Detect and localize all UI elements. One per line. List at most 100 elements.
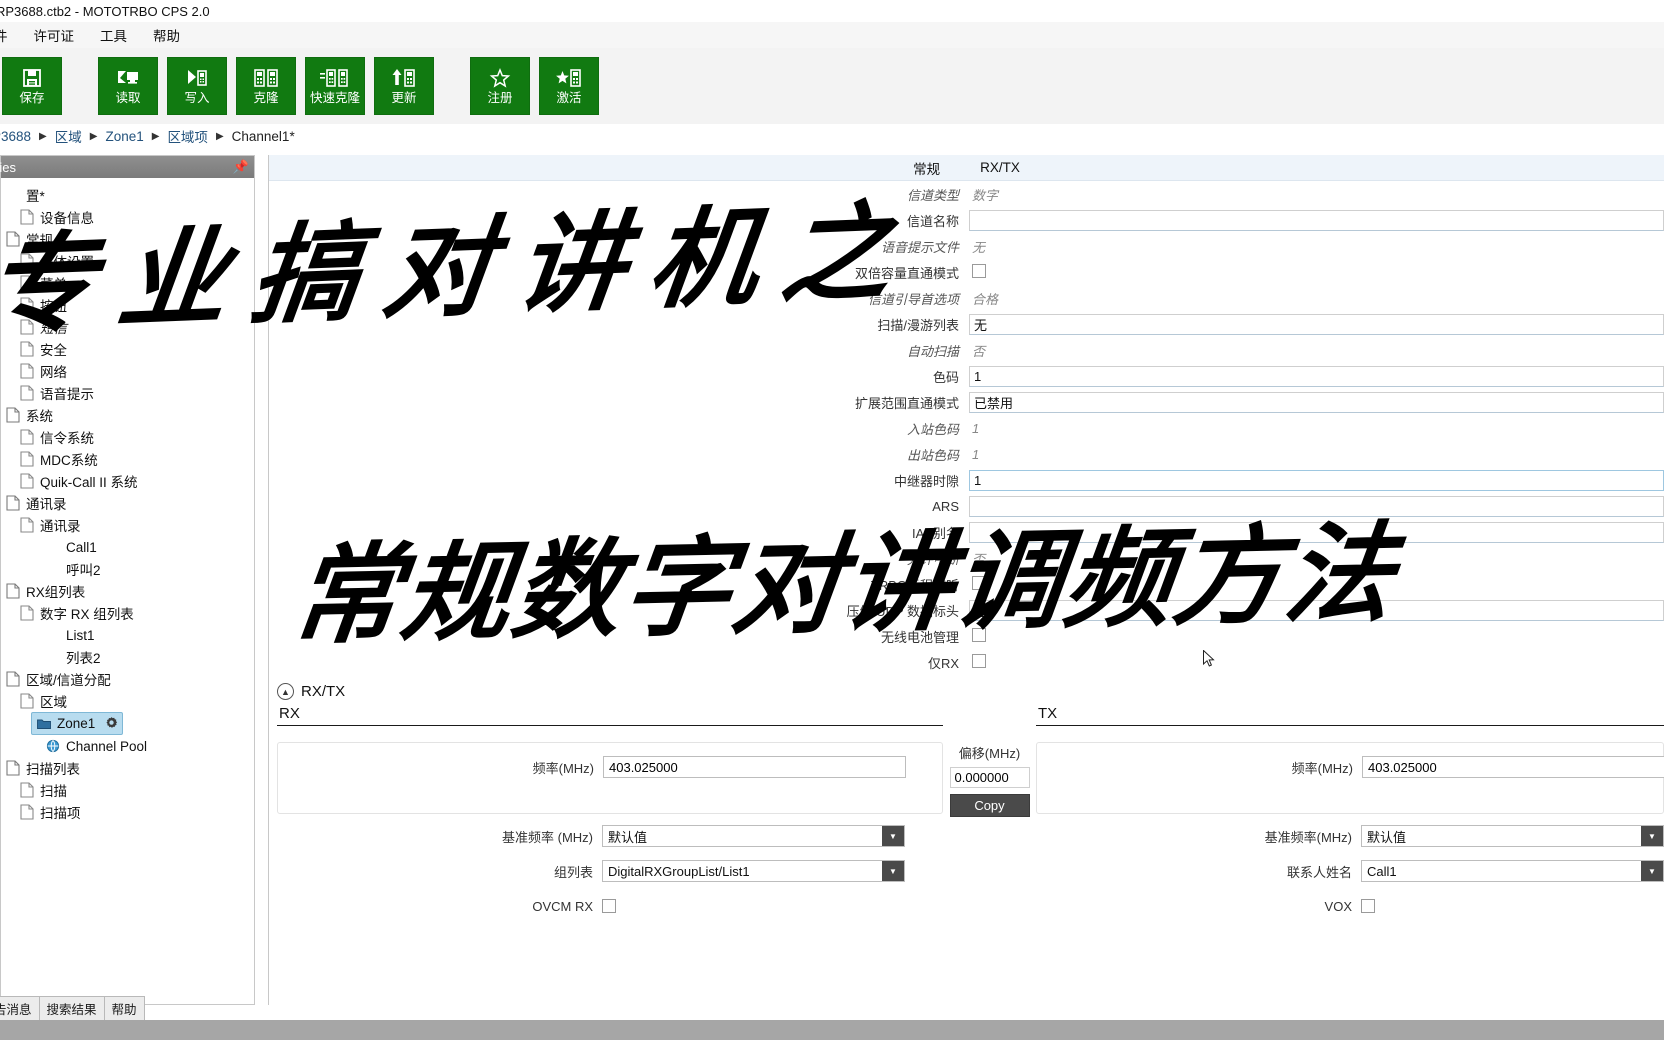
tree-item-23[interactable]: 区域	[1, 690, 254, 712]
form-row-13: IAS别名	[269, 519, 1664, 545]
tree-item-7[interactable]: 安全	[1, 338, 254, 360]
tx-frequency-group: 频率(MHz)	[1036, 742, 1664, 814]
tree-item-21[interactable]: 列表2	[1, 646, 254, 668]
tree-item-12[interactable]: MDC系统	[1, 448, 254, 470]
tree-item-0[interactable]: 置*	[1, 184, 254, 206]
tree-item-zone1[interactable]: Zone1	[31, 712, 123, 735]
form-input-1[interactable]	[969, 209, 1664, 231]
rx-frequency-input[interactable]	[603, 756, 906, 778]
form-input-8[interactable]	[969, 391, 1664, 413]
bottom-tab-help[interactable]: 帮助	[103, 996, 145, 1020]
tree-item-label: 网络	[40, 365, 67, 380]
form-label-15: TRBO远程监听	[870, 577, 959, 593]
form-checkbox-18[interactable]	[972, 653, 986, 668]
tree-item-label: 短信	[40, 321, 67, 336]
no-icon	[45, 539, 61, 555]
tree-item-13[interactable]: Quik-Call II 系统	[1, 470, 254, 492]
menu-item-help[interactable]: 帮助	[140, 22, 193, 48]
form-input-11[interactable]	[969, 469, 1664, 491]
form-input-7[interactable]	[969, 365, 1664, 387]
form-checkbox-3[interactable]	[972, 263, 986, 278]
menu-item-file[interactable]: 件	[0, 22, 21, 48]
chevron-down-icon[interactable]: ▼	[1641, 861, 1663, 881]
chevron-up-circle-icon[interactable]: ▲	[277, 683, 294, 700]
form-checkbox-15[interactable]	[972, 575, 986, 590]
tree-item-a3[interactable]: 扫描项	[1, 801, 254, 823]
rx-grouplist-select[interactable]: DigitalRXGroupList/List1 ▼	[602, 860, 905, 882]
form-input-12[interactable]	[969, 495, 1664, 517]
tree-item-3[interactable]: 总体设置	[1, 250, 254, 272]
gear-icon[interactable]	[104, 716, 119, 731]
save-button[interactable]: 保存	[2, 57, 62, 115]
tree-item-17[interactable]: 呼叫2	[1, 558, 254, 580]
tree-item-a2[interactable]: 扫描	[1, 779, 254, 801]
breadcrumb-item-1[interactable]: 区域	[55, 126, 82, 146]
tree-item-20[interactable]: List1	[1, 624, 254, 646]
chevron-down-icon[interactable]: ▼	[1641, 826, 1663, 846]
tree-item-6[interactable]: 短信	[1, 316, 254, 338]
tree-item-15[interactable]: 通讯录	[1, 514, 254, 536]
tab-rxtx[interactable]: RX/TX	[974, 158, 1026, 177]
navigation-tree[interactable]: 置* 设备信息常规总体设置 菜单 按钮短信安全网络语音提示 系统 信令系统 MDC系统 Qui…	[1, 178, 254, 1004]
rxtx-section-header[interactable]: ▲ RX/TX	[269, 680, 1664, 703]
tree-item-label: 扫描项	[40, 806, 81, 821]
bottom-tab-search-results[interactable]: 搜索结果	[38, 996, 105, 1020]
tx-contact-value: Call1	[1367, 863, 1397, 879]
rx-ovcm-checkbox[interactable]	[602, 899, 616, 913]
tree-item-14[interactable]: 通讯录	[1, 492, 254, 514]
chevron-down-icon[interactable]: ▼	[882, 861, 904, 881]
pin-icon[interactable]: 📌	[233, 159, 249, 175]
tree-item-label: 呼叫2	[66, 563, 101, 578]
tree-item-2[interactable]: 常规	[1, 228, 254, 250]
tx-column-title: TX	[1036, 703, 1664, 726]
tab-general[interactable]: 常规	[907, 156, 946, 180]
rx-reference-select[interactable]: 默认值 ▼	[602, 825, 905, 847]
tree-item-18[interactable]: RX组列表	[1, 580, 254, 602]
clone-button[interactable]: 克隆	[236, 57, 296, 115]
form-input-5[interactable]	[969, 313, 1664, 335]
fast-clone-button[interactable]: 快速克隆	[305, 57, 365, 115]
breadcrumb-item-3[interactable]: 区域项	[167, 126, 208, 146]
form-label-17: 无线电池管理	[880, 629, 959, 645]
general-settings-form: 信道类型 数字 信道名称 语音提示文件无双倍容量直通模式 信道引导首选项 合格 扫描/漫游列…	[269, 181, 1664, 686]
tree-item-8[interactable]: 网络	[1, 360, 254, 382]
tree-item-22[interactable]: 区域/信道分配	[1, 668, 254, 690]
tree-item-10[interactable]: 系统	[1, 404, 254, 426]
breadcrumb-item-2[interactable]: Zone1	[105, 129, 143, 144]
tree-item-11[interactable]: 信令系统	[1, 426, 254, 448]
copy-button[interactable]: Copy	[949, 794, 1030, 817]
tree-item-a0[interactable]: Channel Pool	[1, 735, 254, 757]
tx-frequency-input[interactable]	[1362, 756, 1664, 778]
menu-item-tools[interactable]: 工具	[87, 22, 140, 48]
tree-item-1[interactable]: 设备信息	[1, 206, 254, 228]
tx-contact-select[interactable]: Call1 ▼	[1361, 860, 1664, 882]
write-button[interactable]: 写入	[167, 57, 227, 115]
offset-input[interactable]	[949, 767, 1030, 788]
form-value-9: 1	[969, 421, 1664, 436]
tx-vox-checkbox[interactable]	[1361, 899, 1375, 913]
read-button[interactable]: 读取	[98, 57, 158, 115]
chevron-down-icon[interactable]: ▼	[882, 826, 904, 846]
register-button[interactable]: 注册	[470, 57, 530, 115]
folder-icon	[5, 495, 21, 511]
tree-item-5[interactable]: 按钮	[1, 294, 254, 316]
menu-item-license[interactable]: 许可证	[21, 22, 88, 48]
breadcrumb-item-0[interactable]: P3688	[0, 129, 31, 144]
tree-item-label: 区域/信道分配	[26, 673, 111, 688]
bottom-tab-warnings[interactable]: 告消息	[0, 996, 40, 1020]
tree-item-a1[interactable]: 扫描列表	[1, 757, 254, 779]
form-input-13[interactable]	[969, 521, 1664, 543]
activate-button[interactable]: 激活	[539, 57, 599, 115]
form-input-16[interactable]	[969, 599, 1664, 621]
form-row-11: 中继器时隙	[269, 467, 1664, 493]
form-checkbox-17[interactable]	[972, 627, 986, 642]
tree-item-4[interactable]: 菜单	[1, 272, 254, 294]
tree-item-9[interactable]: 语音提示	[1, 382, 254, 404]
update-button[interactable]: 更新	[374, 57, 434, 115]
tree-item-19[interactable]: 数字 RX 组列表	[1, 602, 254, 624]
tx-reference-select[interactable]: 默认值 ▼	[1361, 825, 1664, 847]
tree-item-16[interactable]: Call1	[1, 536, 254, 558]
tree-panel-header: ries 📌	[0, 156, 254, 178]
rx-ovcm-row: OVCM RX	[277, 893, 943, 919]
tree-item-label: 常规	[26, 233, 53, 248]
